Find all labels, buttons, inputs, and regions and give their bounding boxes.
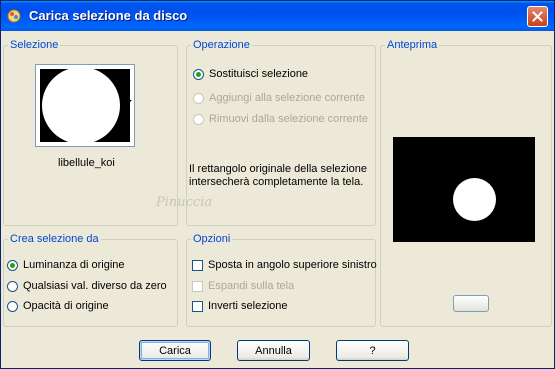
dropdown-arrow-icon[interactable] — [126, 100, 132, 103]
radio-indicator[interactable] — [7, 280, 18, 292]
close-icon — [532, 11, 543, 22]
preview-background-button[interactable] — [453, 295, 489, 312]
radio-label: Opacità di origine — [23, 300, 109, 312]
opzioni-legend: Opzioni — [191, 233, 233, 246]
close-button[interactable] — [527, 6, 548, 27]
window-title: Carica selezione da disco — [29, 8, 188, 23]
radio-indicator[interactable] — [193, 92, 204, 104]
operazione-legend: Operazione — [191, 39, 252, 52]
thumbnail-white-circle — [42, 69, 120, 142]
radio-luminanza-origine[interactable]: Luminanza di origine — [7, 259, 125, 271]
checkbox-indicator[interactable] — [192, 280, 203, 292]
help-button[interactable]: ? — [336, 340, 409, 361]
carica-button[interactable]: Carica — [139, 340, 211, 361]
radio-opacita-origine[interactable]: Opacità di origine — [7, 300, 109, 312]
radio-sostituisci-selezione[interactable]: Sostituisci selezione — [193, 68, 308, 80]
checkbox-indicator[interactable] — [192, 259, 203, 271]
title-bar[interactable]: Carica selezione da disco — [1, 1, 554, 31]
dialog-window: Carica selezione da disco Selezione libe… — [0, 0, 555, 369]
checkbox-indicator[interactable] — [192, 300, 203, 312]
radio-indicator[interactable] — [7, 259, 18, 271]
radio-label: Rimuovi dalla selezione corrente — [209, 113, 368, 125]
checkbox-sposta-angolo[interactable]: Sposta in angolo superiore sinistro — [192, 259, 377, 271]
radio-aggiungi-selezione[interactable]: Aggiungi alla selezione corrente — [193, 92, 365, 104]
operation-description-line1: Il rettangolo originale della selezione — [189, 163, 367, 175]
radio-label: Sostituisci selezione — [209, 68, 309, 80]
preview-canvas — [393, 137, 535, 242]
preview-selection-circle — [453, 178, 496, 221]
radio-indicator[interactable] — [7, 300, 18, 312]
watermark: Pinuccia — [156, 195, 213, 210]
anteprima-legend: Anteprima — [385, 39, 440, 52]
radio-label: Qualsiasi val. diverso da zero — [23, 280, 167, 292]
radio-label: Luminanza di origine — [23, 259, 125, 271]
radio-indicator[interactable] — [193, 113, 204, 125]
app-icon — [7, 9, 21, 23]
crea-selezione-legend: Crea selezione da — [8, 233, 101, 246]
radio-qualsiasi-valore[interactable]: Qualsiasi val. diverso da zero — [7, 280, 167, 292]
checkbox-inverti-selezione[interactable]: Inverti selezione — [192, 300, 288, 312]
selection-thumbnail — [40, 69, 130, 142]
checkbox-label: Espandi sulla tela — [208, 280, 295, 292]
checkbox-espandi-tela[interactable]: Espandi sulla tela — [192, 280, 294, 292]
selezione-legend: Selezione — [8, 39, 61, 52]
operation-description-line2: intersecherà completamente la tela. — [189, 176, 364, 188]
checkbox-label: Inverti selezione — [208, 300, 288, 312]
thumbnail-name: libellule_koi — [58, 157, 115, 169]
checkbox-label: Sposta in angolo superiore sinistro — [208, 259, 377, 271]
radio-indicator[interactable] — [193, 68, 204, 80]
selection-thumbnail-picker[interactable] — [35, 64, 135, 147]
radio-label: Aggiungi alla selezione corrente — [209, 92, 365, 104]
radio-rimuovi-selezione[interactable]: Rimuovi dalla selezione corrente — [193, 113, 368, 125]
annulla-button[interactable]: Annulla — [237, 340, 310, 361]
